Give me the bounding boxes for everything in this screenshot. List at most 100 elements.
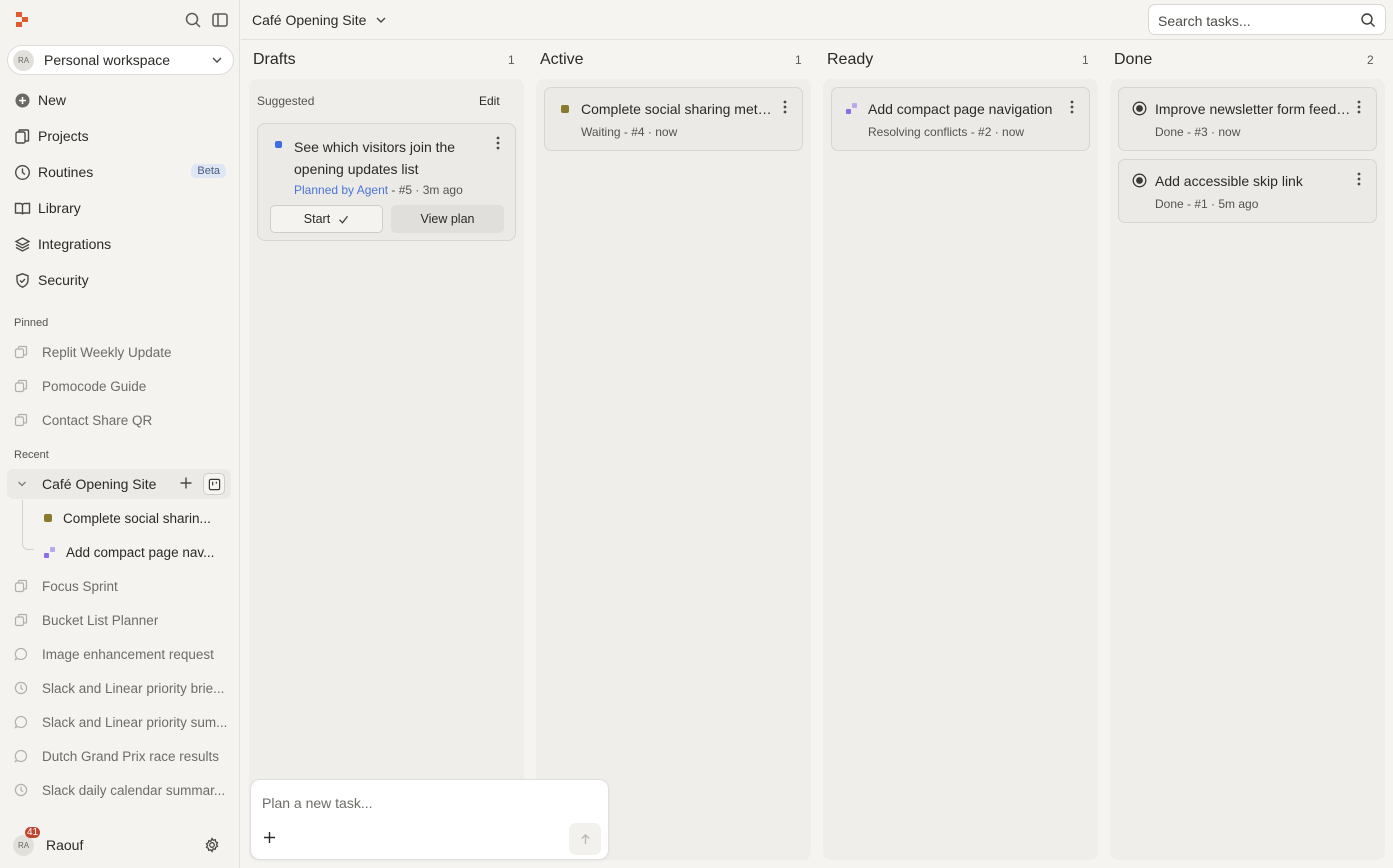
start-button-label: Start bbox=[303, 212, 331, 226]
nav-security-label: Security bbox=[38, 272, 89, 288]
recent-subtask[interactable]: Add compact page nav... bbox=[44, 541, 214, 563]
clock-icon bbox=[14, 681, 28, 695]
arrow-up-icon bbox=[580, 833, 590, 844]
workspace-switcher[interactable]: RA Personal workspace bbox=[7, 45, 234, 75]
recent-item-label: Slack and Linear priority brie... bbox=[42, 680, 225, 696]
status-square-icon bbox=[561, 105, 569, 113]
search-tasks-input[interactable]: Search tasks... bbox=[1148, 4, 1386, 35]
status-square-icon bbox=[275, 141, 282, 148]
nav-projects-label: Projects bbox=[38, 128, 89, 144]
done-task-card[interactable]: Improve newsletter form feedback Done - … bbox=[1118, 87, 1377, 151]
recent-subtask-label: Complete social sharin... bbox=[63, 510, 211, 526]
recent-item-label: Image enhancement request bbox=[42, 646, 214, 662]
pinned-item[interactable]: Contact Share QR bbox=[14, 409, 232, 431]
task-meta: Resolving conflicts - #2 · now bbox=[868, 125, 1025, 139]
plan-task-input[interactable]: Plan a new task... bbox=[262, 795, 373, 811]
recent-item[interactable]: Bucket List Planner bbox=[14, 609, 232, 631]
view-plan-button[interactable]: View plan bbox=[391, 205, 504, 233]
more-options-icon[interactable] bbox=[778, 99, 792, 115]
layers-icon bbox=[14, 236, 31, 253]
view-plan-button-label: View plan bbox=[420, 212, 475, 226]
recent-item[interactable]: Dutch Grand Prix race results bbox=[14, 745, 232, 767]
column-title-ready: Ready bbox=[827, 51, 874, 68]
recent-subtask[interactable]: Complete social sharin... bbox=[44, 507, 211, 529]
user-menu[interactable]: RA 41 Raouf bbox=[7, 827, 234, 861]
suggested-label: Suggested bbox=[257, 94, 315, 108]
nav-new[interactable]: New bbox=[14, 88, 228, 112]
start-button[interactable]: Start bbox=[270, 205, 383, 233]
app-logo-icon[interactable] bbox=[14, 11, 30, 29]
notification-count-badge: 41 bbox=[25, 827, 41, 838]
recent-item-label: Dutch Grand Prix race results bbox=[42, 748, 220, 764]
workspace-avatar: RA bbox=[13, 49, 34, 71]
status-square-icon bbox=[44, 514, 52, 522]
task-meta: Done - #1 · 5m ago bbox=[1155, 197, 1259, 211]
ready-task-card[interactable]: Add compact page navigation Resolving co… bbox=[831, 87, 1090, 151]
add-task-plus-icon[interactable] bbox=[179, 476, 193, 490]
pinned-item-label: Replit Weekly Update bbox=[42, 344, 172, 360]
more-options-icon[interactable] bbox=[1352, 99, 1366, 115]
column-title-done: Done bbox=[1114, 51, 1153, 68]
draft-task-title: See which visitors join the opening upda… bbox=[294, 139, 456, 177]
edit-button[interactable]: Edit bbox=[479, 94, 500, 108]
nav-routines[interactable]: Routines Beta bbox=[14, 160, 228, 184]
plus-icon[interactable] bbox=[263, 831, 276, 844]
nav-new-label: New bbox=[38, 92, 67, 108]
more-options-icon[interactable] bbox=[491, 135, 505, 151]
projects-icon bbox=[14, 128, 31, 145]
project-title[interactable]: Café Opening Site bbox=[252, 12, 366, 28]
task-title: Add accessible skip link bbox=[1155, 173, 1303, 189]
recent-item[interactable]: Slack and Linear priority brie... bbox=[14, 677, 232, 699]
gear-icon[interactable] bbox=[204, 837, 220, 853]
recent-project-cafe[interactable]: Café Opening Site bbox=[7, 469, 231, 499]
draft-task-card[interactable]: See which visitors join the opening upda… bbox=[257, 123, 516, 241]
recent-item-label: Bucket List Planner bbox=[42, 612, 159, 628]
nav-security[interactable]: Security bbox=[14, 268, 228, 292]
chat-icon bbox=[14, 647, 28, 661]
active-task-card[interactable]: Complete social sharing metadata Waiting… bbox=[544, 87, 803, 151]
plan-task-composer[interactable]: Plan a new task... bbox=[250, 779, 609, 860]
chevron-down-icon[interactable] bbox=[375, 14, 387, 26]
more-options-icon[interactable] bbox=[1352, 171, 1366, 187]
search-icon[interactable] bbox=[1360, 12, 1376, 28]
clock-icon bbox=[14, 783, 28, 797]
chevron-down-icon[interactable] bbox=[17, 479, 27, 489]
column-title-drafts: Drafts bbox=[253, 51, 296, 68]
top-header: Café Opening Site Search tasks... bbox=[241, 0, 1393, 40]
done-radio-icon bbox=[1132, 101, 1147, 116]
planned-by-agent-link[interactable]: Planned by Agent bbox=[294, 183, 388, 197]
send-button[interactable] bbox=[569, 823, 601, 855]
column-count-active: 1 bbox=[795, 53, 802, 67]
copy-icon bbox=[14, 413, 28, 427]
column-title-active: Active bbox=[540, 51, 584, 68]
pinned-item-label: Contact Share QR bbox=[42, 412, 153, 428]
recent-item[interactable]: Focus Sprint bbox=[14, 575, 232, 597]
done-task-card[interactable]: Add accessible skip link Done - #1 · 5m … bbox=[1118, 159, 1377, 223]
copy-icon bbox=[14, 345, 28, 359]
recent-section-label: Recent bbox=[14, 449, 49, 461]
copy-icon bbox=[14, 613, 28, 627]
pinned-item[interactable]: Replit Weekly Update bbox=[14, 341, 232, 363]
tree-connector bbox=[22, 500, 34, 550]
column-active bbox=[536, 79, 811, 860]
merge-status-icon bbox=[44, 546, 55, 558]
recent-item[interactable]: Image enhancement request bbox=[14, 643, 232, 665]
recent-item-label: Slack and Linear priority sum... bbox=[42, 714, 228, 730]
workspace-label: Personal workspace bbox=[44, 52, 171, 68]
recent-item[interactable]: Slack and Linear priority sum... bbox=[14, 711, 232, 733]
recent-item[interactable]: Slack daily calendar summar... bbox=[14, 779, 232, 801]
nav-library[interactable]: Library bbox=[14, 196, 228, 220]
more-options-icon[interactable] bbox=[1065, 99, 1079, 115]
nav-projects[interactable]: Projects bbox=[14, 124, 228, 148]
chat-icon bbox=[14, 715, 28, 729]
nav-integrations[interactable]: Integrations bbox=[14, 232, 228, 256]
sidebar-toggle-icon[interactable] bbox=[211, 11, 229, 29]
pinned-item[interactable]: Pomocode Guide bbox=[14, 375, 232, 397]
task-title: Improve newsletter form feedback bbox=[1155, 101, 1351, 117]
plus-circle-icon bbox=[14, 92, 31, 109]
nav-integrations-label: Integrations bbox=[38, 236, 112, 252]
column-count-ready: 1 bbox=[1082, 53, 1089, 67]
nav-library-label: Library bbox=[38, 200, 81, 216]
search-icon[interactable] bbox=[184, 11, 202, 29]
board-view-icon[interactable] bbox=[203, 473, 225, 495]
